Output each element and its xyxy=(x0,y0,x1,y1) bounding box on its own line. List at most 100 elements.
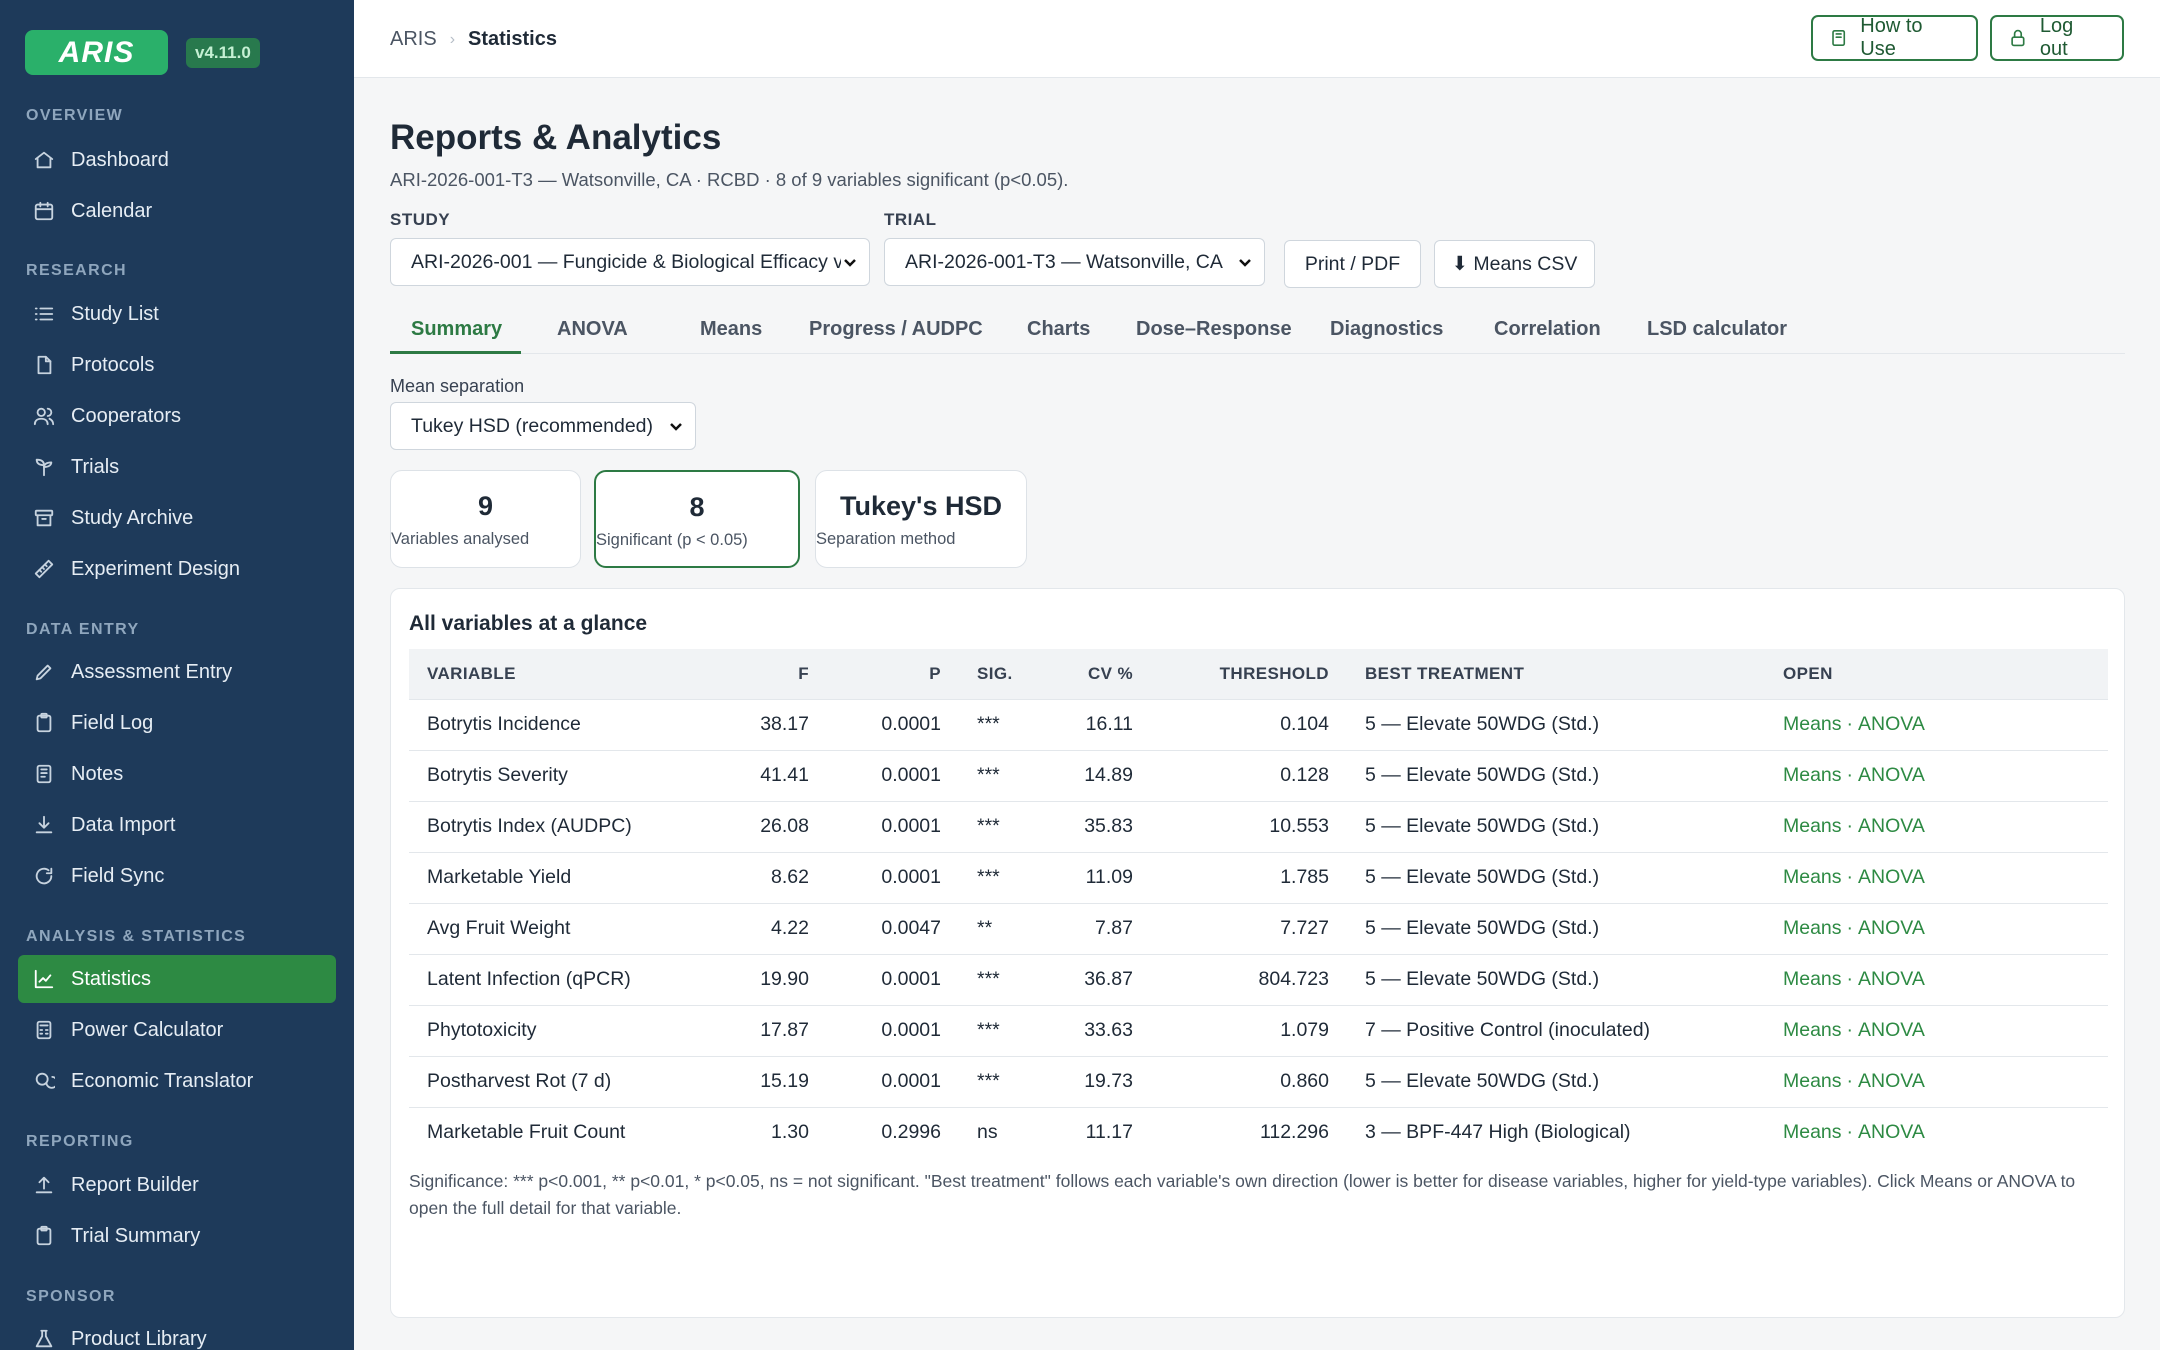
aris-logo[interactable]: ARIS xyxy=(25,30,168,75)
how-to-use-button[interactable]: How to Use xyxy=(1811,15,1978,61)
chevron-down-icon xyxy=(1236,251,1254,273)
trial-select[interactable]: ARI-2026-001-T3 — Watsonville, CA xyxy=(884,238,1265,286)
link-separator: · xyxy=(1846,713,1854,735)
tab-progress-audpc[interactable]: Progress / AUDPC xyxy=(809,308,983,354)
anova-link[interactable]: ANOVA xyxy=(1858,815,1925,837)
study-select[interactable]: ARI-2026-001 — Fungicide & Biological Ef… xyxy=(390,238,870,286)
book-icon xyxy=(1832,29,1846,47)
cell-p: 0.0001 xyxy=(809,953,941,1005)
cell-open: Means · ANOVA xyxy=(1783,800,2108,852)
anova-link[interactable]: ANOVA xyxy=(1858,764,1925,786)
tab-anova[interactable]: ANOVA xyxy=(557,308,628,354)
sidebar-item-label: Data Import xyxy=(71,813,176,836)
anova-link[interactable]: ANOVA xyxy=(1858,917,1925,939)
means-csv-button[interactable]: ⬇ Means CSV xyxy=(1434,240,1595,288)
mean-separation-value: Tukey HSD (recommended) xyxy=(411,414,654,437)
clipboard-icon xyxy=(36,1225,52,1246)
table-header-row: VARIABLE F P SIG. CV % THRESHOLD BEST TR… xyxy=(409,649,2108,699)
cell-best: 5 — Elevate 50WDG (Std.) xyxy=(1329,1055,1783,1107)
sidebar-item-calendar[interactable]: Calendar xyxy=(18,187,336,235)
sidebar-item-label: Assessment Entry xyxy=(71,660,233,683)
cell-threshold: 0.104 xyxy=(1133,698,1329,750)
table-row: Botrytis Index (AUDPC) 26.08 0.0001 *** 35.8… xyxy=(409,800,2108,852)
tab-means[interactable]: Means xyxy=(700,308,762,354)
means-link[interactable]: Means xyxy=(1783,1070,1842,1092)
study-label: STUDY xyxy=(390,210,451,229)
anova-link[interactable]: ANOVA xyxy=(1858,866,1925,888)
clipboard-icon xyxy=(36,712,52,733)
means-link[interactable]: Means xyxy=(1783,1019,1842,1041)
sidebar-item-dashboard[interactable]: Dashboard xyxy=(18,136,336,184)
cell-best: 7 — Positive Control (inoculated) xyxy=(1329,1004,1783,1056)
tab-summary[interactable]: Summary xyxy=(390,308,521,354)
link-separator: · xyxy=(1846,1019,1854,1041)
tab-correlation[interactable]: Correlation xyxy=(1494,308,1601,354)
panel-title: All variables at a glance xyxy=(409,612,648,635)
sidebar-item-label: Product Library xyxy=(71,1327,207,1350)
means-link[interactable]: Means xyxy=(1783,968,1842,990)
cell-sig: *** xyxy=(941,953,1061,1005)
cell-p: 0.2996 xyxy=(809,1106,941,1158)
sidebar-item-assessment-entry[interactable]: Assessment Entry xyxy=(18,648,336,696)
breadcrumb-root[interactable]: ARIS xyxy=(390,28,437,51)
anova-link[interactable]: ANOVA xyxy=(1858,1019,1925,1041)
calendar-icon xyxy=(34,201,54,221)
anova-link[interactable]: ANOVA xyxy=(1858,968,1925,990)
link-separator: · xyxy=(1846,1121,1854,1144)
tab-lsd-calculator[interactable]: LSD calculator xyxy=(1647,308,1787,354)
cell-sig: ** xyxy=(941,902,1061,954)
tab-dose-response[interactable]: Dose–Response xyxy=(1136,308,1292,354)
sidebar-item-trial-summary[interactable]: Trial Summary xyxy=(18,1212,336,1260)
mean-separation-select[interactable]: Tukey HSD (recommended) xyxy=(390,402,696,450)
sidebar-item-data-import[interactable]: Data Import xyxy=(18,801,336,849)
cell-variable: Marketable Fruit Count xyxy=(409,1106,719,1158)
tab-charts[interactable]: Charts xyxy=(1027,308,1090,354)
means-link[interactable]: Means xyxy=(1783,866,1842,888)
anova-link[interactable]: ANOVA xyxy=(1858,1121,1925,1143)
cell-cv: 16.11 xyxy=(1061,698,1133,750)
sidebar-item-study-list[interactable]: Study List xyxy=(18,290,336,338)
stat-separation-method: Tukey's HSD Separation method xyxy=(815,470,1027,568)
file-icon xyxy=(37,355,52,375)
pencil-icon xyxy=(35,664,52,681)
sidebar-item-power-calculator[interactable]: Power Calculator xyxy=(18,1006,336,1054)
cell-sig: *** xyxy=(941,1055,1061,1107)
sidebar-item-label: Dashboard xyxy=(71,148,169,171)
calculator-icon xyxy=(36,1020,52,1040)
cell-cv: 14.89 xyxy=(1061,749,1133,801)
sidebar-item-cooperators[interactable]: Cooperators xyxy=(18,392,336,440)
sidebar-item-product-library[interactable]: Product Library xyxy=(18,1315,336,1350)
means-link[interactable]: Means xyxy=(1783,764,1842,786)
sidebar-item-economic-translator[interactable]: Economic Translator xyxy=(18,1057,336,1105)
anova-link[interactable]: ANOVA xyxy=(1858,713,1925,735)
sidebar-item-field-log[interactable]: Field Log xyxy=(18,699,336,747)
cell-sig: ns xyxy=(941,1106,1061,1158)
sidebar-item-statistics[interactable]: Statistics xyxy=(18,955,336,1003)
sidebar-item-experiment-design[interactable]: Experiment Design xyxy=(18,545,336,593)
cell-f: 4.22 xyxy=(719,902,809,954)
tab-diagnostics[interactable]: Diagnostics xyxy=(1330,308,1443,354)
cell-threshold: 112.296 xyxy=(1133,1106,1329,1158)
logout-button[interactable]: Log out xyxy=(1990,15,2124,61)
sidebar-item-study-archive[interactable]: Study Archive xyxy=(18,494,336,542)
variables-table: VARIABLE F P SIG. CV % THRESHOLD BEST TR… xyxy=(409,649,2108,1158)
cell-open: Means · ANOVA xyxy=(1783,1106,2108,1158)
sidebar: ARIS v4.11.0 OVERVIEW Dashboard Calendar… xyxy=(0,0,354,1350)
sidebar-item-trials[interactable]: Trials xyxy=(18,443,336,491)
means-link[interactable]: Means xyxy=(1783,1121,1842,1143)
means-link[interactable]: Means xyxy=(1783,815,1842,837)
cell-cv: 36.87 xyxy=(1061,953,1133,1005)
page-subtitle: ARI-2026-001-T3 — Watsonville, CA · RCBD… xyxy=(390,169,1069,190)
stat-value: 9 xyxy=(477,491,494,521)
cell-variable: Botrytis Severity xyxy=(409,749,719,801)
sidebar-item-protocols[interactable]: Protocols xyxy=(18,341,336,389)
means-link[interactable]: Means xyxy=(1783,713,1842,735)
anova-link[interactable]: ANOVA xyxy=(1858,1070,1925,1092)
print-pdf-button[interactable]: Print / PDF xyxy=(1284,240,1421,288)
sidebar-item-report-builder[interactable]: Report Builder xyxy=(18,1161,336,1209)
sidebar-item-notes[interactable]: Notes xyxy=(18,750,336,798)
link-separator: · xyxy=(1846,764,1854,786)
sidebar-item-field-sync[interactable]: Field Sync xyxy=(18,852,336,900)
means-link[interactable]: Means xyxy=(1783,917,1842,939)
col-cv: CV % xyxy=(1087,663,1133,683)
